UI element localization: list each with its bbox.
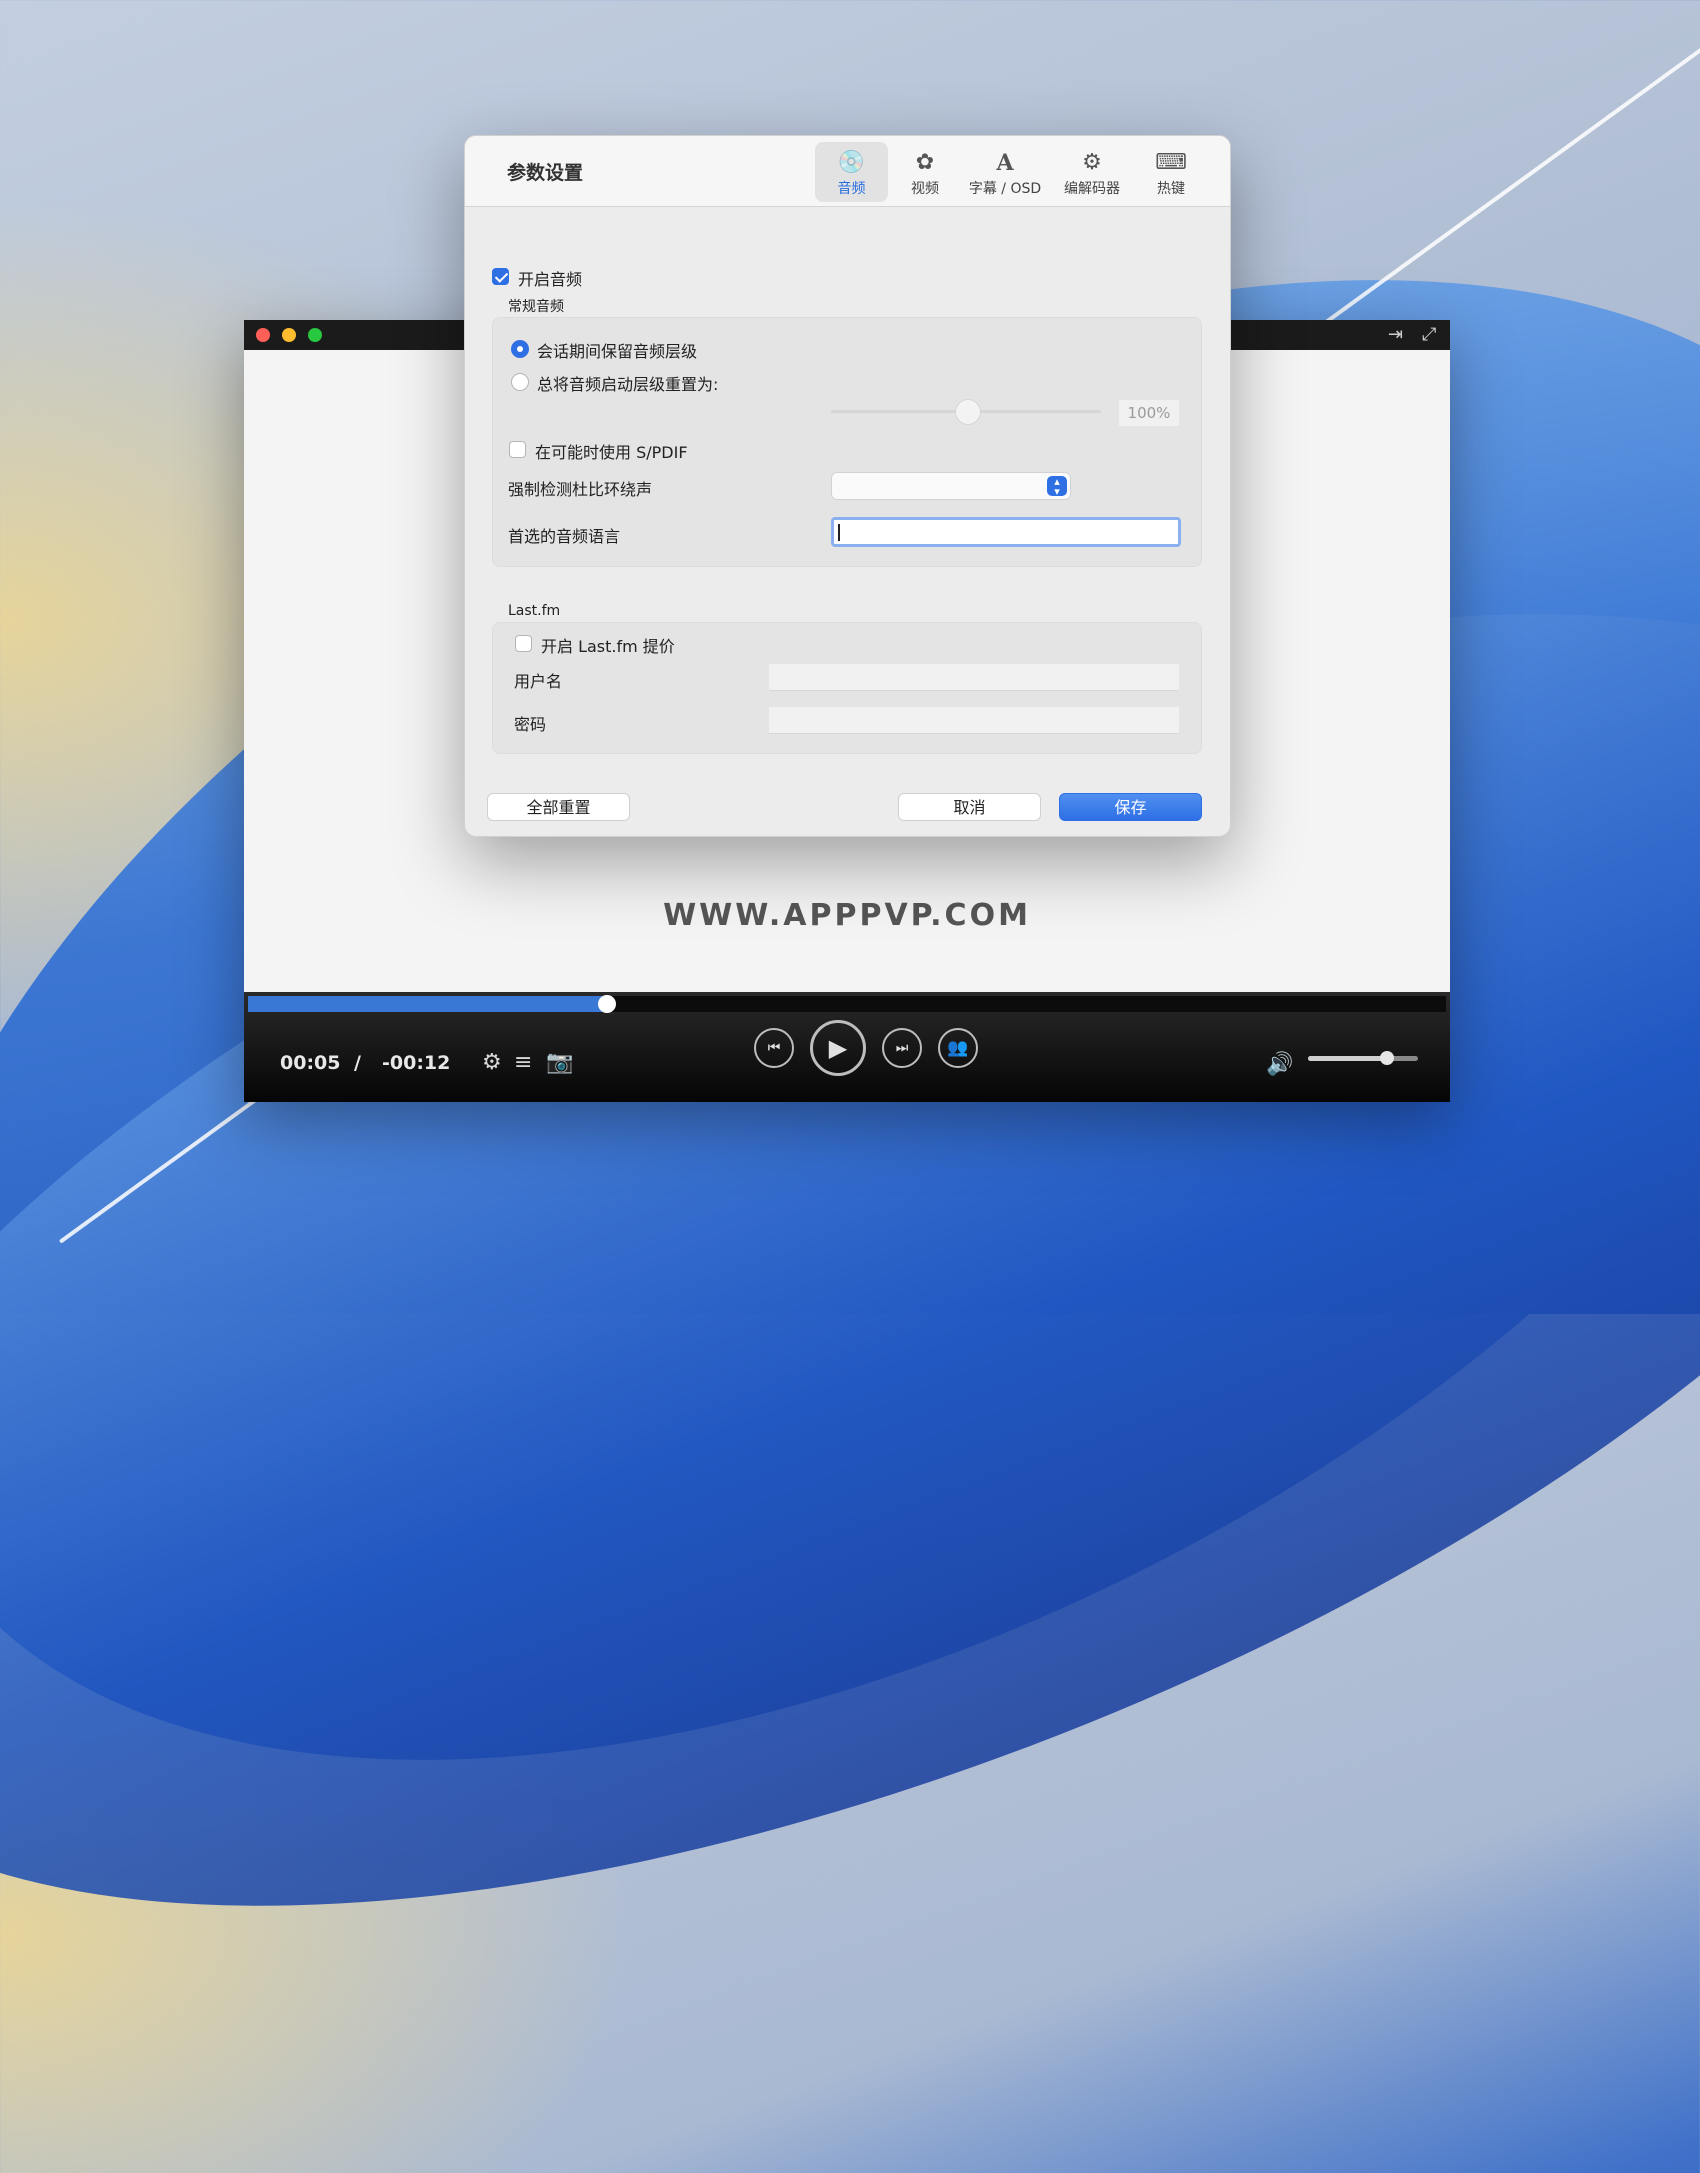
reset-all-button[interactable]: 全部重置 bbox=[487, 793, 630, 821]
share-button[interactable]: 👥 bbox=[938, 1028, 978, 1068]
film-reel-icon: ✿ bbox=[915, 150, 935, 175]
cancel-button[interactable]: 取消 bbox=[898, 793, 1041, 821]
time-separator: / bbox=[354, 1052, 361, 1074]
username-input[interactable] bbox=[769, 664, 1179, 691]
codec-box-icon: ⚙ bbox=[1082, 150, 1102, 175]
skip-forward-icon: ⏭ bbox=[895, 1040, 909, 1056]
audio-icon: 💿 bbox=[837, 150, 866, 175]
skip-back-icon: ⏮ bbox=[767, 1040, 781, 1056]
close-button[interactable] bbox=[256, 328, 270, 342]
enable-lastfm-checkbox[interactable] bbox=[515, 635, 532, 652]
save-button[interactable]: 保存 bbox=[1059, 793, 1202, 821]
player-controls: 00:05 / -00:12 ⚙ ≡ 📷 ⏮ ▶ ⏭ 👥 🔊 bbox=[244, 992, 1450, 1102]
tab-subtitles-osd[interactable]: A 字幕 / OSD bbox=[965, 142, 1045, 202]
enable-audio-checkbox[interactable] bbox=[492, 268, 509, 285]
minimize-button[interactable] bbox=[282, 328, 296, 342]
reset-level-radio[interactable] bbox=[511, 373, 529, 391]
progress-bar[interactable] bbox=[248, 995, 1446, 1013]
dialog-header: 参数设置 💿 音频 ✿ 视频 A 字幕 / OSD ⚙ 编解码器 ⌨ 热键 bbox=[465, 136, 1230, 207]
reset-level-label: 总将音频启动层级重置为: bbox=[537, 375, 719, 394]
tab-label: 字幕 / OSD bbox=[968, 181, 1042, 197]
tab-video[interactable]: ✿ 视频 bbox=[890, 142, 960, 202]
lastfm-heading: Last.fm bbox=[508, 603, 561, 619]
password-input[interactable] bbox=[769, 707, 1179, 734]
play-button[interactable]: ▶ bbox=[810, 1020, 866, 1076]
general-audio-heading: 常规音频 bbox=[508, 299, 564, 315]
play-icon: ▶ bbox=[828, 1034, 848, 1062]
tab-audio[interactable]: 💿 音频 bbox=[815, 142, 888, 202]
font-a-icon: A bbox=[996, 150, 1014, 176]
preferred-language-input[interactable] bbox=[831, 517, 1181, 547]
tab-hotkeys[interactable]: ⌨ 热键 bbox=[1137, 142, 1205, 202]
progress-thumb[interactable] bbox=[598, 995, 617, 1013]
password-label: 密码 bbox=[514, 715, 547, 734]
previous-button[interactable]: ⏮ bbox=[754, 1028, 794, 1068]
keep-level-radio[interactable] bbox=[511, 340, 529, 358]
maximize-button[interactable] bbox=[308, 328, 322, 342]
keep-level-label: 会话期间保留音频层级 bbox=[537, 342, 698, 361]
volume-fill bbox=[1308, 1056, 1388, 1061]
spdif-label: 在可能时使用 S/PDIF bbox=[535, 443, 688, 462]
people-icon: 👥 bbox=[947, 1038, 969, 1058]
tab-label: 音频 bbox=[837, 181, 866, 197]
next-button[interactable]: ⏭ bbox=[882, 1028, 922, 1068]
watermark: WWW.APPPVP.COM bbox=[663, 898, 1031, 933]
keyboard-icon: ⌨ bbox=[1155, 150, 1187, 175]
tab-label: 热键 bbox=[1157, 181, 1185, 197]
fullscreen-icon[interactable]: ⤢ bbox=[1422, 324, 1436, 345]
preferred-language-label: 首选的音频语言 bbox=[508, 527, 621, 546]
gear-icon[interactable]: ⚙ bbox=[482, 1050, 502, 1075]
tab-label: 视频 bbox=[911, 181, 939, 197]
level-slider-thumb[interactable] bbox=[955, 399, 981, 425]
preferences-dialog: 参数设置 💿 音频 ✿ 视频 A 字幕 / OSD ⚙ 编解码器 ⌨ 热键 开启… bbox=[464, 135, 1231, 837]
spdif-checkbox[interactable] bbox=[509, 441, 526, 458]
remaining-time: -00:12 bbox=[382, 1052, 451, 1074]
elapsed-time: 00:05 bbox=[280, 1052, 341, 1074]
dialog-title: 参数设置 bbox=[507, 162, 584, 184]
progress-fill bbox=[248, 996, 608, 1012]
text-caret bbox=[838, 524, 840, 541]
volume-slider[interactable] bbox=[1308, 1051, 1418, 1065]
tab-label: 编解码器 bbox=[1064, 181, 1120, 197]
playlist-icon[interactable]: ≡ bbox=[514, 1050, 532, 1075]
camera-icon[interactable]: 📷 bbox=[546, 1050, 573, 1075]
pin-icon[interactable]: ⇥ bbox=[1388, 324, 1403, 345]
dolby-label: 强制检测杜比环绕声 bbox=[508, 480, 653, 499]
enable-lastfm-label: 开启 Last.fm 提价 bbox=[541, 637, 675, 656]
dolby-select[interactable]: ▴ ▾ bbox=[831, 472, 1071, 500]
level-value: 100% bbox=[1119, 400, 1179, 426]
chevron-updown-icon: ▴ ▾ bbox=[1047, 476, 1067, 497]
tab-codecs[interactable]: ⚙ 编解码器 bbox=[1049, 142, 1135, 202]
enable-audio-label: 开启音频 bbox=[518, 270, 583, 289]
volume-icon[interactable]: 🔊 bbox=[1266, 1052, 1293, 1077]
username-label: 用户名 bbox=[514, 672, 563, 691]
